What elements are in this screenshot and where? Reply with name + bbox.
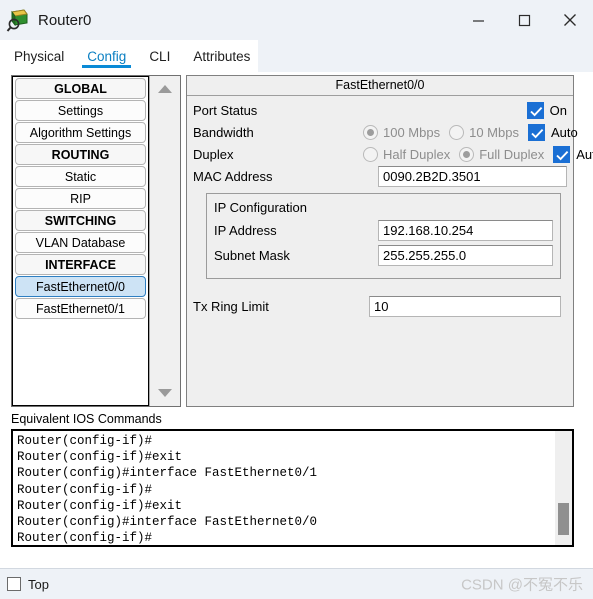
mac-address-row: MAC Address 0090.2B2D.3501	[193, 166, 567, 187]
bandwidth-radio-10mbps[interactable]	[449, 125, 465, 140]
bandwidth-radio-100mbps[interactable]	[363, 125, 378, 140]
tab-attributes[interactable]: Attributes	[184, 40, 259, 72]
ios-commands-label: Equivalent IOS Commands	[11, 412, 162, 426]
sidebar-header-switching: SWITCHING	[15, 210, 146, 231]
duplex-radio-half[interactable]	[363, 147, 378, 162]
ip-address-label: IP Address	[214, 222, 277, 238]
port-status-label: Port Status	[193, 103, 258, 118]
sidebar-header-routing: ROUTING	[15, 144, 146, 165]
duplex-auto-checkbox[interactable]	[553, 146, 571, 163]
ip-configuration-title: IP Configuration	[214, 200, 307, 215]
window-title: Router0	[38, 11, 92, 29]
duplex-radio-full-label: Full Duplex	[479, 147, 545, 162]
tx-ring-limit-input[interactable]: 10	[369, 296, 561, 317]
bandwidth-radio-10mbps-label: 10 Mbps	[469, 125, 519, 140]
ip-address-input[interactable]: 192.168.10.254	[378, 219, 553, 241]
top-checkbox-label: Top	[28, 576, 49, 592]
sidebar-item-settings[interactable]: Settings	[15, 100, 146, 121]
scroll-up-icon[interactable]	[150, 78, 180, 100]
minimize-button[interactable]	[455, 0, 501, 40]
title-bar: Router0	[0, 0, 593, 40]
sidebar-header-interface: INTERFACE	[15, 254, 146, 275]
watermark: CSDN @不冤不乐	[461, 576, 583, 594]
subnet-mask-input[interactable]: 255.255.255.0	[378, 244, 553, 266]
sidebar-item-fastethernet0-1[interactable]: FastEthernet0/1	[15, 298, 146, 319]
duplex-radio-half-label: Half Duplex	[383, 147, 451, 162]
tab-config[interactable]: Config	[78, 40, 135, 72]
ip-address-row: IP Address 192.168.10.254	[214, 219, 553, 241]
sidebar-item-algorithm-settings[interactable]: Algorithm Settings	[15, 122, 146, 143]
subnet-mask-label: Subnet Mask	[214, 247, 290, 263]
sidebar-item-fastethernet0-0[interactable]: FastEthernet0/0	[15, 276, 146, 297]
config-content: GLOBAL Settings Algorithm Settings ROUTI…	[0, 72, 593, 568]
sidebar-item-vlan-database[interactable]: VLAN Database	[15, 232, 146, 253]
duplex-radio-full[interactable]	[459, 147, 475, 162]
bandwidth-label: Bandwidth	[193, 125, 254, 140]
tab-bar: Physical Config CLI Attributes	[0, 40, 593, 72]
sidebar-item-static[interactable]: Static	[15, 166, 146, 187]
ip-configuration-group: IP Configuration IP Address 192.168.10.2…	[206, 193, 561, 279]
mac-address-label: MAC Address	[193, 169, 273, 184]
config-sidebar: GLOBAL Settings Algorithm Settings ROUTI…	[11, 75, 181, 407]
scroll-down-icon[interactable]	[150, 382, 180, 404]
tab-cli[interactable]: CLI	[140, 40, 179, 72]
top-checkbox[interactable]	[7, 577, 21, 591]
tx-ring-limit-row: Tx Ring Limit 10	[193, 296, 561, 317]
router-config-window: Router0 Physical Config CLI Attributes G…	[0, 0, 593, 599]
sidebar-scrollbar[interactable]	[149, 76, 180, 406]
port-status-checkbox[interactable]	[526, 102, 544, 119]
panel-title: FastEthernet0/0	[187, 76, 573, 96]
bandwidth-auto-checkbox[interactable]	[527, 124, 545, 141]
interface-config-panel: FastEthernet0/0 Port Status On Bandwidth	[186, 75, 593, 407]
router-icon	[6, 7, 32, 33]
ios-commands-text: Router(config-if)# Router(config-if)#exi…	[17, 434, 318, 545]
tab-physical[interactable]: Physical	[5, 40, 73, 72]
sidebar-list: GLOBAL Settings Algorithm Settings ROUTI…	[12, 76, 149, 406]
sidebar-item-rip[interactable]: RIP	[15, 188, 146, 209]
subnet-mask-row: Subnet Mask 255.255.255.0	[214, 244, 553, 266]
mac-address-input[interactable]: 0090.2B2D.3501	[378, 166, 567, 187]
bandwidth-auto-label: Auto	[550, 125, 578, 140]
duplex-label: Duplex	[193, 147, 234, 162]
ios-console-scrollbar[interactable]	[555, 431, 572, 545]
panel-body: Port Status On Bandwidth 100 Mbps 10 Mbp…	[187, 96, 593, 317]
close-button[interactable]	[547, 0, 593, 40]
ios-commands-console[interactable]: Router(config-if)# Router(config-if)#exi…	[11, 429, 574, 547]
status-bar: Top CSDN @不冤不乐	[0, 568, 593, 599]
port-status-row: Port Status On	[193, 100, 567, 121]
tx-ring-limit-label: Tx Ring Limit	[193, 299, 269, 314]
duplex-auto-label: Auto	[576, 147, 593, 162]
ios-console-scroll-thumb[interactable]	[558, 503, 569, 535]
port-status-checkbox-label: On	[549, 103, 567, 118]
sidebar-header-global: GLOBAL	[15, 78, 146, 99]
bandwidth-row: Bandwidth 100 Mbps 10 Mbps Auto	[193, 122, 578, 143]
bandwidth-radio-100mbps-label: 100 Mbps	[383, 125, 441, 140]
maximize-button[interactable]	[501, 0, 547, 40]
duplex-row: Duplex Half Duplex Full Duplex Auto	[193, 144, 593, 165]
